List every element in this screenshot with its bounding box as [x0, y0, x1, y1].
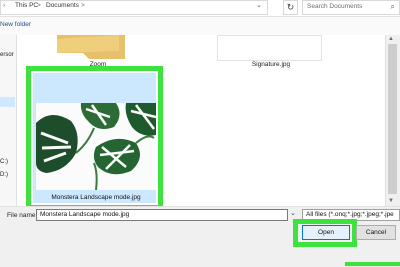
search-placeholder: Search Documents: [307, 3, 363, 10]
scroll-down-icon[interactable]: ▼: [388, 198, 394, 204]
search-input[interactable]: Search Documents ⌕: [302, 0, 400, 15]
file-type-value: All files (*.onq;*.jpg;*.jpeg;*.jpe: [306, 211, 394, 218]
image-thumbnail-signature[interactable]: [217, 35, 322, 61]
file-name-label: File name:: [7, 212, 38, 219]
breadcrumb-this-pc[interactable]: This PC: [15, 2, 38, 9]
cancel-button[interactable]: Cancel: [356, 225, 396, 240]
nav-item-label[interactable]: C:): [0, 159, 8, 165]
nav-item-label[interactable]: ersor: [0, 52, 14, 58]
nav-item-label[interactable]: D:): [0, 172, 8, 178]
file-name-signature[interactable]: Signature.jpg: [239, 61, 303, 68]
chevron-down-icon[interactable]: ⌄: [290, 209, 296, 217]
file-name-input[interactable]: Monstera Landscape mode.jpg: [36, 209, 288, 221]
breadcrumb-separator: >: [81, 2, 85, 9]
new-folder-button[interactable]: New folder: [0, 21, 31, 28]
breadcrumb-separator: >: [37, 2, 41, 9]
file-name-value: Monstera Landscape mode.jpg: [40, 211, 130, 218]
selection-highlight: [26, 66, 163, 210]
nav-item-selected[interactable]: [0, 97, 15, 107]
toolbar: New folder: [0, 17, 400, 35]
navigation-pane: ersor C:) D:): [0, 35, 17, 206]
scroll-up-icon[interactable]: ▲: [388, 36, 394, 42]
scrollbar-thumb[interactable]: [388, 44, 397, 194]
highlight-strip: [345, 262, 400, 266]
open-button-highlight: [293, 219, 357, 247]
refresh-icon[interactable]: ↻: [283, 0, 298, 15]
chevron-down-icon[interactable]: ⌄: [256, 1, 262, 9]
address-bar[interactable]: › This PC > Documents >: [0, 0, 268, 15]
breadcrumb-documents[interactable]: Documents: [46, 2, 79, 9]
folder-icon[interactable]: [55, 35, 127, 62]
back-arrow-icon[interactable]: ›: [3, 2, 5, 9]
search-icon: ⌕: [390, 2, 395, 11]
